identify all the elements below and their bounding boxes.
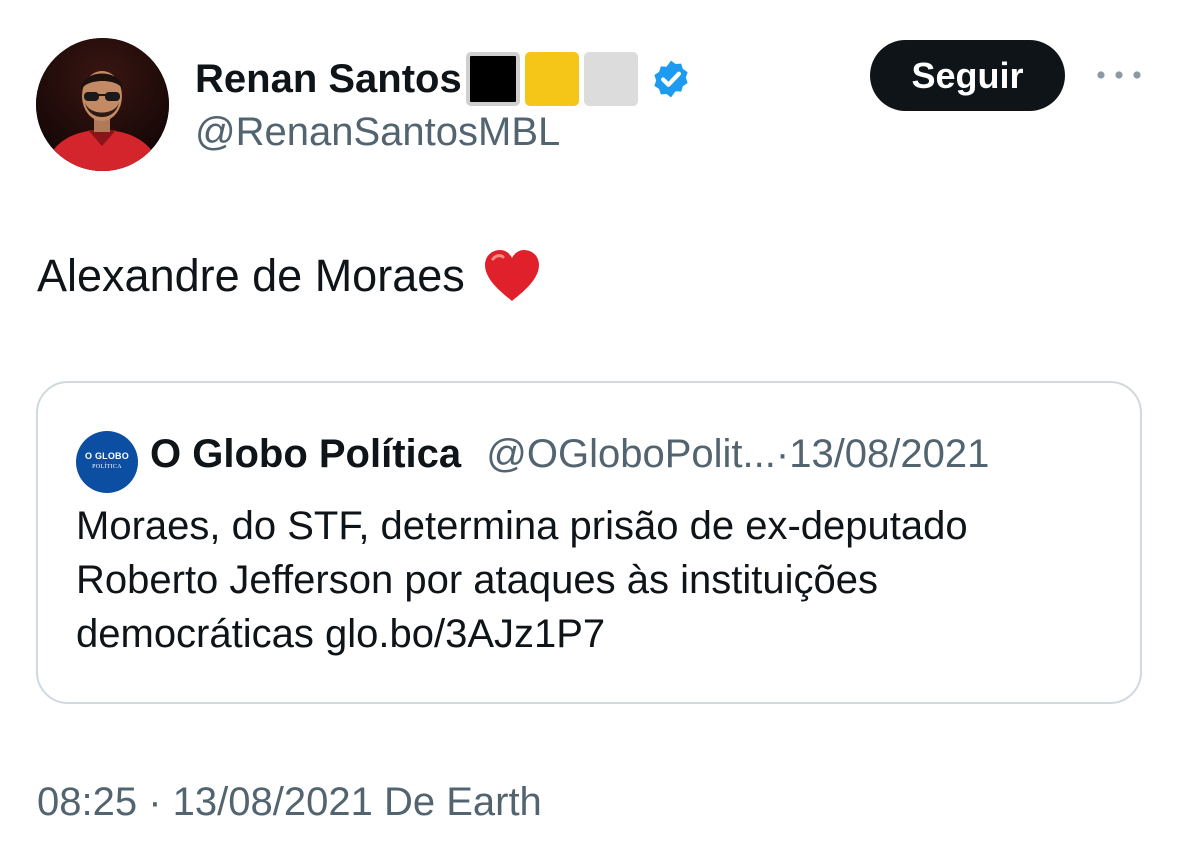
follow-button[interactable]: Seguir xyxy=(870,40,1065,111)
o-globo-logo-avatar[interactable]: O GLOBO POLÍTICA xyxy=(76,431,138,493)
red-heart-emoji-icon xyxy=(484,250,539,301)
quoted-body-line: Moraes, do STF, determina prisão de ex-d… xyxy=(76,504,968,548)
white-square-emoji-icon xyxy=(583,52,638,106)
yellow-square-emoji-icon xyxy=(524,52,579,106)
quoted-tweet-date[interactable]: 13/08/2021 xyxy=(789,432,989,476)
tweet-text: Alexandre de Moraes xyxy=(37,250,465,301)
tweet-timestamp[interactable]: 08:25 · 13/08/2021 De Earth xyxy=(37,778,542,826)
author-handle[interactable]: @RenanSantosMBL xyxy=(195,108,560,156)
author-avatar[interactable] xyxy=(36,38,169,171)
quoted-tweet-header: O Globo Política @OGloboPolit...·13/08/2… xyxy=(150,429,989,479)
more-options-button[interactable] xyxy=(1094,60,1144,90)
ellipsis-icon xyxy=(1097,71,1141,79)
tweet-text-row: Alexandre de Moraes xyxy=(37,246,543,306)
verified-badge-icon[interactable] xyxy=(650,58,692,100)
black-square-emoji-icon xyxy=(465,52,520,106)
logo-text-line2: POLÍTICA xyxy=(92,464,122,470)
quoted-author-name[interactable]: O Globo Política xyxy=(150,432,461,476)
author-name-row: Renan Santos xyxy=(195,52,692,106)
person-photo-icon xyxy=(36,38,169,171)
header-separator: · xyxy=(775,432,790,476)
quoted-tweet-body: Moraes, do STF, determina prisão de ex-d… xyxy=(76,499,1116,661)
quoted-author-handle[interactable]: @OGloboPolit... xyxy=(486,432,776,476)
logo-text-line1: O GLOBO xyxy=(85,451,129,461)
quoted-tweet-card[interactable]: O GLOBO POLÍTICA O Globo Política @OGlob… xyxy=(36,381,1142,704)
quoted-body-line: Roberto Jefferson por ataques às institu… xyxy=(76,558,878,602)
quoted-body-line: democráticas glo.bo/3AJz1P7 xyxy=(76,612,606,656)
author-name[interactable]: Renan Santos xyxy=(195,55,462,103)
